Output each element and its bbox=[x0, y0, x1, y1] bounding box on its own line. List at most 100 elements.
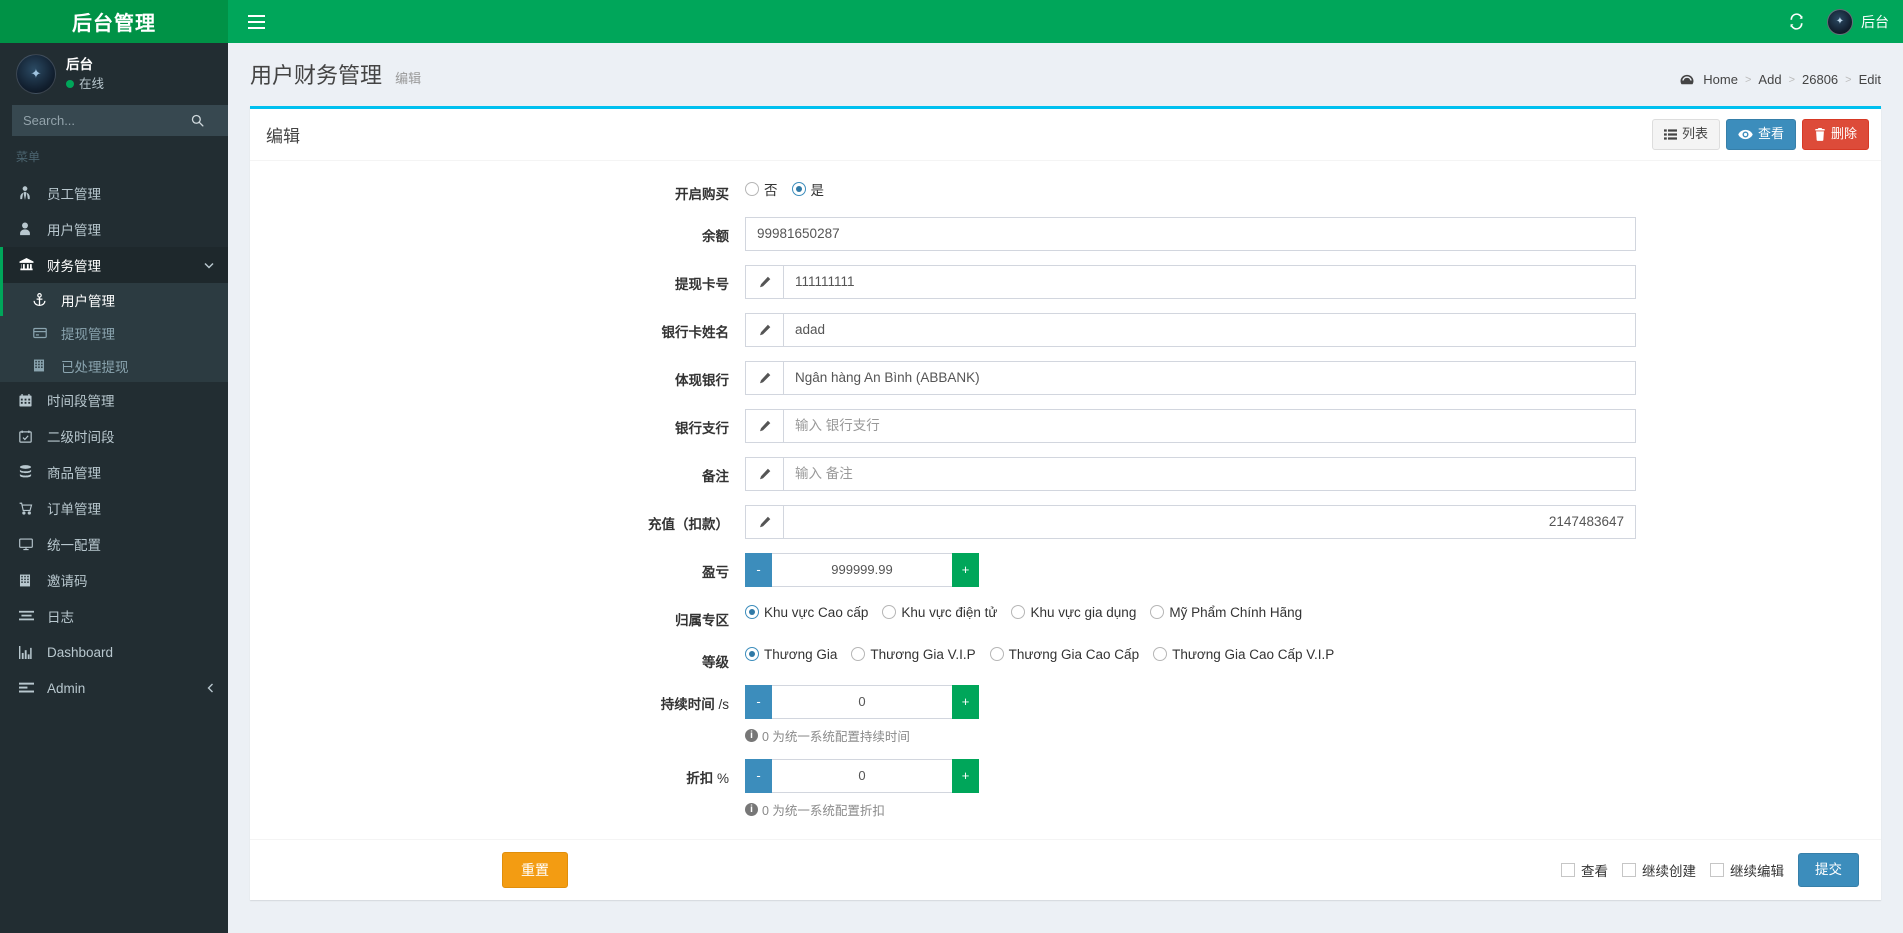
discount-help-label: 0 为统一系统配置折扣 bbox=[762, 803, 885, 818]
footer-left: 重置 bbox=[272, 851, 568, 889]
box-header: 编辑 列表 查看 删除 bbox=[250, 109, 1881, 161]
card-name-input[interactable] bbox=[783, 312, 1636, 347]
radio-circle-checked-icon bbox=[745, 647, 759, 662]
balance-input[interactable] bbox=[745, 216, 1636, 251]
radio-label: 否 bbox=[764, 182, 778, 198]
sidebar-item-unified-config[interactable]: 统一配置 bbox=[0, 526, 228, 562]
page-title-main: 用户财务管理 bbox=[250, 63, 383, 88]
sidebar-subitem-withdraw-mgmt[interactable]: 提现管理 bbox=[0, 316, 228, 349]
duration-unit: /s bbox=[718, 696, 729, 712]
field-purchase-enable: 开启购买 否 是 bbox=[250, 175, 1881, 203]
breadcrumb-item-add[interactable]: Add bbox=[1758, 72, 1781, 87]
radio-zone-3[interactable]: Mỹ Phẩm Chính Hãng bbox=[1150, 605, 1302, 620]
discount-input[interactable] bbox=[772, 758, 952, 793]
branch-input[interactable] bbox=[783, 408, 1636, 443]
checkbox-box-icon bbox=[1710, 862, 1724, 877]
hamburger-icon[interactable] bbox=[238, 9, 275, 35]
brand-title: 后台管理 bbox=[72, 13, 156, 35]
sidebar-item-dashboard[interactable]: Dashboard bbox=[0, 634, 228, 670]
checkbox-view[interactable]: 查看 bbox=[1561, 860, 1608, 880]
duration-input[interactable] bbox=[772, 684, 952, 719]
sidebar-item-finance-mgmt[interactable]: 财务管理 bbox=[0, 247, 228, 283]
box-tools: 列表 查看 删除 bbox=[1651, 119, 1869, 150]
pencil-icon bbox=[745, 312, 783, 347]
remark-input[interactable] bbox=[783, 456, 1636, 491]
calendar-icon bbox=[19, 393, 36, 407]
dashboard-icon bbox=[1680, 74, 1694, 86]
submit-button[interactable]: 提交 bbox=[1798, 853, 1859, 887]
sidebar-item-logs[interactable]: 日志 bbox=[0, 598, 228, 634]
sidebar-item-user-mgmt[interactable]: 用户管理 bbox=[0, 211, 228, 247]
pencil-icon bbox=[745, 504, 783, 539]
trash-icon bbox=[1814, 127, 1826, 141]
sidebar-item-label: 商品管理 bbox=[47, 466, 101, 481]
sidebar-item-invite-code[interactable]: 邀请码 bbox=[0, 562, 228, 598]
recharge-input[interactable] bbox=[783, 504, 1636, 539]
desktop-icon bbox=[19, 538, 36, 551]
withdraw-card-input[interactable] bbox=[783, 264, 1636, 299]
field-card-name: 银行卡姓名 bbox=[250, 312, 1881, 347]
brand-logo[interactable]: 后台管理 bbox=[0, 0, 228, 43]
sidebar-item-order-mgmt[interactable]: 订单管理 bbox=[0, 490, 228, 526]
sidebar-subitem-processed-withdraw[interactable]: 已处理提现 bbox=[0, 349, 228, 382]
sidebar-item-admin[interactable]: Admin bbox=[0, 670, 228, 706]
refresh-icon[interactable] bbox=[1782, 9, 1811, 34]
sidebar-item-timeslot-mgmt[interactable]: 时间段管理 bbox=[0, 382, 228, 418]
view-button[interactable]: 查看 bbox=[1725, 119, 1796, 150]
user-menu[interactable]: ✦ 后台 bbox=[1827, 8, 1889, 35]
sidebar-item-employee-mgmt[interactable]: 员工管理 bbox=[0, 175, 228, 211]
field-label: 提现卡号 bbox=[675, 276, 729, 292]
sidebar-user-panel: ✦ 后台 在线 bbox=[0, 43, 228, 105]
duration-decrement-button[interactable]: - bbox=[745, 684, 772, 719]
duration-increment-button[interactable]: + bbox=[952, 684, 979, 719]
discount-help-text: i 0 为统一系统配置折扣 bbox=[745, 800, 1636, 819]
radio-purchase-yes[interactable]: 是 bbox=[791, 179, 824, 199]
navbar-user-name: 后台 bbox=[1861, 13, 1889, 30]
pencil-icon bbox=[745, 408, 783, 443]
app-root: 后台管理 ✦ 后台 ✦ 后台 在线 Search... 菜单 员工管理 用户管理… bbox=[0, 0, 1903, 933]
checkbox-label: 继续创建 bbox=[1642, 863, 1696, 879]
radio-circle-icon bbox=[1153, 647, 1168, 662]
breadcrumb-item-home[interactable]: Home bbox=[1703, 72, 1738, 87]
duration-stepper: - + bbox=[745, 684, 979, 719]
field-label: 银行卡姓名 bbox=[661, 324, 730, 340]
page-title-sub: 编辑 bbox=[395, 71, 422, 86]
discount-increment-button[interactable]: + bbox=[952, 758, 979, 793]
radio-level-1[interactable]: Thương Gia V.I.P bbox=[851, 647, 976, 662]
checkbox-continue-create[interactable]: 继续创建 bbox=[1622, 860, 1696, 880]
search-icon[interactable] bbox=[185, 105, 216, 136]
zone-radio-group: Khu vực Cao cấp Khu vực điện tử Khu vực … bbox=[745, 601, 1636, 620]
sidebar-item-product-mgmt[interactable]: 商品管理 bbox=[0, 454, 228, 490]
discount-unit: % bbox=[716, 770, 729, 786]
radio-zone-0[interactable]: Khu vực Cao cấp bbox=[745, 605, 868, 620]
checkbox-continue-edit[interactable]: 继续编辑 bbox=[1710, 860, 1784, 880]
list-button-label: 列表 bbox=[1681, 126, 1708, 141]
radio-zone-1[interactable]: Khu vực điện tử bbox=[882, 605, 997, 620]
radio-zone-2[interactable]: Khu vực gia dụng bbox=[1011, 605, 1136, 620]
sidebar-item-label: 邀请码 bbox=[47, 574, 88, 589]
cart-icon bbox=[19, 502, 36, 515]
profit-loss-decrement-button[interactable]: - bbox=[745, 552, 772, 587]
sidebar-item-sub-timeslot[interactable]: 二级时间段 bbox=[0, 418, 228, 454]
sidebar-item-label: 时间段管理 bbox=[47, 394, 115, 409]
discount-stepper: - + bbox=[745, 758, 979, 793]
building-icon bbox=[33, 359, 50, 372]
bank-input[interactable] bbox=[783, 360, 1636, 395]
delete-button[interactable]: 删除 bbox=[1801, 119, 1869, 150]
profit-loss-input[interactable] bbox=[772, 552, 952, 587]
list-button[interactable]: 列表 bbox=[1651, 119, 1720, 150]
radio-label: Thương Gia bbox=[764, 646, 838, 662]
profit-loss-stepper: - + bbox=[745, 552, 979, 587]
radio-level-0[interactable]: Thương Gia bbox=[745, 647, 837, 662]
radio-level-3[interactable]: Thương Gia Cao Cấp V.I.P bbox=[1153, 647, 1334, 662]
database-icon bbox=[19, 465, 36, 479]
profit-loss-increment-button[interactable]: + bbox=[952, 552, 979, 587]
discount-decrement-button[interactable]: - bbox=[745, 758, 772, 793]
reset-button[interactable]: 重置 bbox=[502, 851, 568, 889]
breadcrumb-item-id[interactable]: 26806 bbox=[1802, 72, 1838, 87]
sidebar-subitem-user-mgmt[interactable]: 用户管理 bbox=[0, 283, 228, 316]
radio-level-2[interactable]: Thương Gia Cao Cấp bbox=[989, 647, 1139, 662]
checkbox-box-icon bbox=[1622, 862, 1636, 877]
field-label: 充值（扣款） bbox=[648, 516, 729, 532]
radio-purchase-no[interactable]: 否 bbox=[745, 179, 778, 199]
